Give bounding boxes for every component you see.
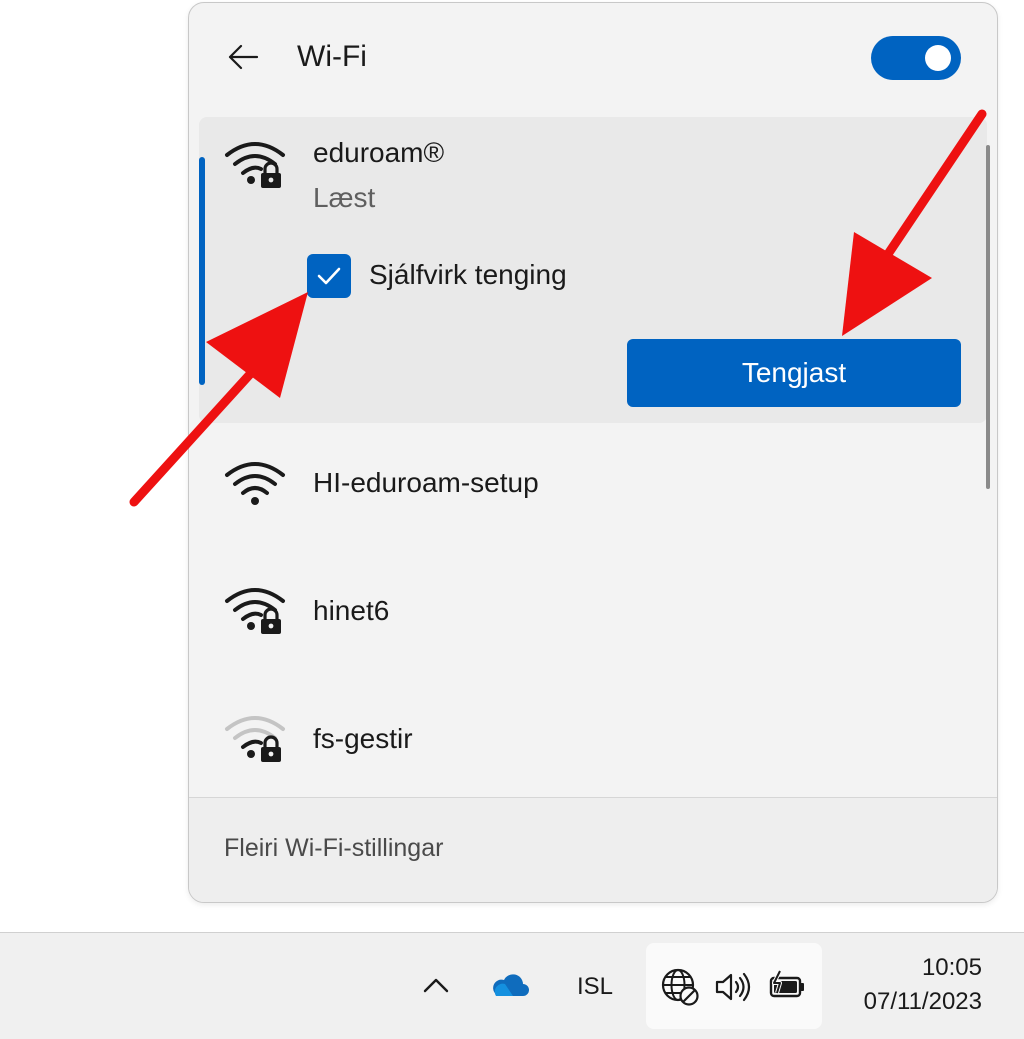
network-item-hinet6[interactable]: hinet6 xyxy=(199,551,987,671)
show-hidden-icons-button[interactable] xyxy=(416,965,456,1005)
back-button[interactable] xyxy=(219,35,267,79)
wifi-open-icon xyxy=(225,462,285,505)
globe-no-internet-icon xyxy=(661,968,699,1006)
scrollbar-thumb[interactable] xyxy=(986,145,990,489)
clock-button[interactable]: 10:05 07/11/2023 xyxy=(836,951,982,1019)
toggle-knob xyxy=(925,45,951,71)
network-item-fs-gestir[interactable]: fs-gestir xyxy=(199,679,987,799)
network-item-hi-eduroam-setup[interactable]: HI-eduroam-setup xyxy=(199,423,987,543)
network-name: HI-eduroam-setup xyxy=(313,467,539,498)
network-status: Læst xyxy=(313,182,376,213)
network-name: hinet6 xyxy=(313,595,390,626)
network-item-eduroam[interactable]: eduroam® Læst Sjálfvirk tenging Tengjast xyxy=(199,117,987,423)
wifi-secured-weak-icon xyxy=(225,716,285,762)
input-language-button[interactable]: ISL xyxy=(566,967,624,1007)
panel-title: Wi-Fi xyxy=(297,40,367,73)
clock-time: 10:05 xyxy=(921,954,982,981)
speaker-icon xyxy=(715,972,751,1002)
language-indicator: ISL xyxy=(576,973,614,1000)
chevron-up-icon xyxy=(423,978,449,993)
clock-date: 07/11/2023 xyxy=(863,988,982,1015)
battery-charging-icon xyxy=(769,970,804,998)
onedrive-button[interactable] xyxy=(484,965,534,1005)
onedrive-cloud-icon xyxy=(493,974,529,996)
checkmark-icon xyxy=(317,267,341,285)
quick-settings-button[interactable] xyxy=(646,943,822,1029)
wifi-secured-icon xyxy=(225,142,285,188)
panel-footer: Fleiri Wi-Fi-stillingar xyxy=(189,797,997,902)
network-name: eduroam® xyxy=(313,137,445,168)
auto-connect-label: Sjálfvirk tenging xyxy=(369,259,567,290)
taskbar: ISL 10:05 07/11/2023 xyxy=(0,932,1024,1039)
arrow-left-icon xyxy=(228,44,259,70)
selection-indicator xyxy=(199,157,205,385)
screen: Wi-Fi eduroam® Læst Sjálfvirk tenging Te… xyxy=(0,0,1024,1039)
wifi-flyout-panel: Wi-Fi eduroam® Læst Sjálfvirk tenging Te… xyxy=(188,2,998,903)
connect-button[interactable]: Tengjast xyxy=(627,339,961,407)
wifi-toggle[interactable] xyxy=(871,36,961,80)
auto-connect-checkbox[interactable] xyxy=(307,254,351,298)
network-name: fs-gestir xyxy=(313,723,413,754)
wifi-secured-icon xyxy=(225,588,285,634)
more-wifi-settings-link[interactable]: Fleiri Wi-Fi-stillingar xyxy=(224,832,443,864)
panel-header: Wi-Fi xyxy=(189,3,997,113)
